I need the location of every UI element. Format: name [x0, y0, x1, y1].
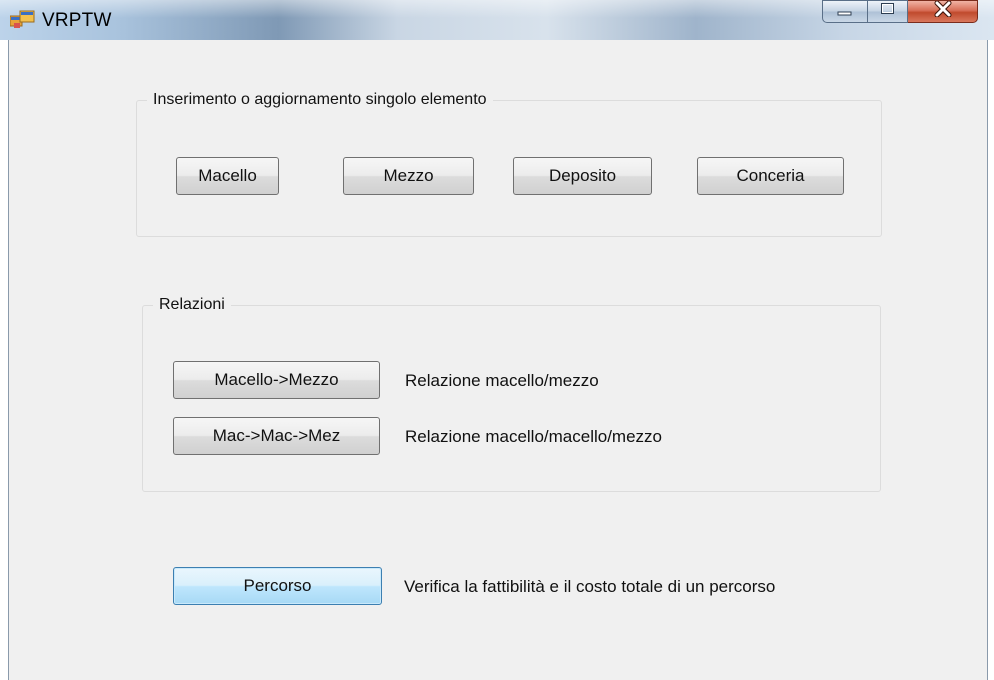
- elements-group-legend: Inserimento o aggiornamento singolo elem…: [147, 91, 493, 109]
- relations-group-legend: Relazioni: [153, 296, 231, 314]
- title-bar[interactable]: VRPTW: [0, 0, 994, 40]
- macello-mezzo-button[interactable]: Macello->Mezzo: [173, 361, 380, 399]
- macello-button[interactable]: Macello: [176, 157, 279, 195]
- minimize-button[interactable]: [822, 0, 868, 23]
- mac-mac-mez-button[interactable]: Mac->Mac->Mez: [173, 417, 380, 455]
- close-button[interactable]: [908, 0, 978, 23]
- form-client-area: Inserimento o aggiornamento singolo elem…: [8, 40, 988, 680]
- percorso-description: Verifica la fattibilità e il costo total…: [404, 577, 776, 596]
- mac-mac-mez-description: Relazione macello/macello/mezzo: [405, 427, 663, 446]
- minimize-icon: [837, 3, 853, 21]
- relations-groupbox: Relazioni Macello->Mezzo Relazione macel…: [142, 296, 881, 492]
- deposito-button[interactable]: Deposito: [513, 157, 652, 195]
- close-icon: [934, 0, 952, 22]
- elements-groupbox: Inserimento o aggiornamento singolo elem…: [136, 91, 882, 237]
- app-icon[interactable]: [9, 10, 36, 30]
- application-window: VRPTW Inserimento o aggiornamento singol…: [0, 0, 994, 680]
- maximize-icon: [880, 2, 896, 21]
- window-title: VRPTW: [42, 10, 112, 31]
- conceria-button[interactable]: Conceria: [697, 157, 844, 195]
- macello-mezzo-description: Relazione macello/mezzo: [405, 371, 599, 390]
- percorso-button[interactable]: Percorso: [173, 567, 382, 605]
- mezzo-button[interactable]: Mezzo: [343, 157, 474, 195]
- caption-buttons: [822, 0, 978, 24]
- maximize-button[interactable]: [868, 0, 908, 23]
